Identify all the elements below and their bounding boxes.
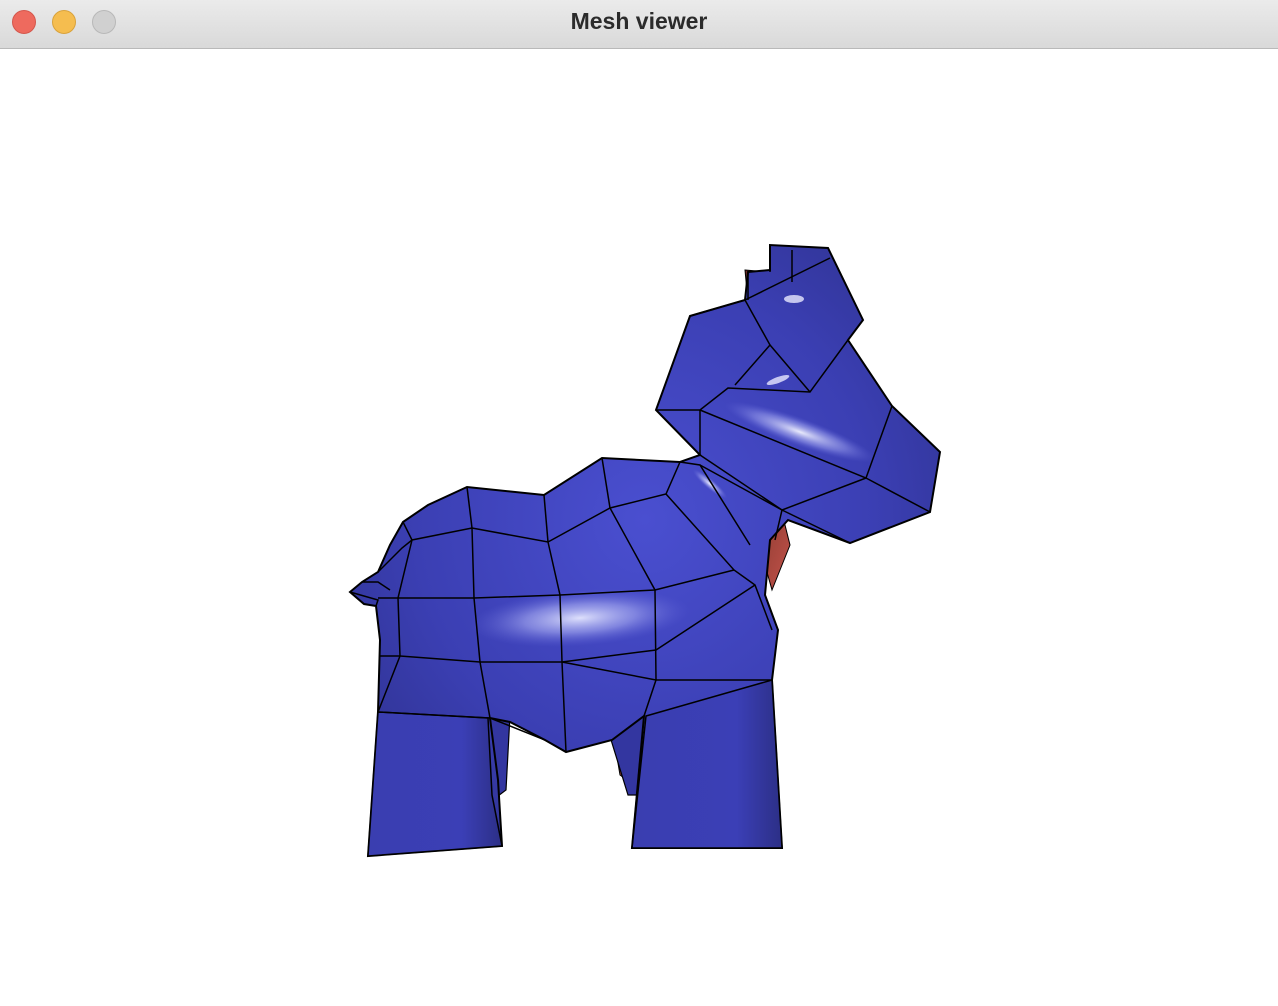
title-bar[interactable]: Mesh viewer: [0, 0, 1278, 49]
hind-leg-outer: [367, 711, 503, 857]
mesh-viewer-window: Mesh viewer: [0, 0, 1278, 1006]
mesh-render: [348, 243, 942, 858]
3d-viewport[interactable]: [0, 49, 1278, 1006]
specular-highlight-ear: [784, 295, 804, 303]
window-title: Mesh viewer: [570, 8, 708, 34]
